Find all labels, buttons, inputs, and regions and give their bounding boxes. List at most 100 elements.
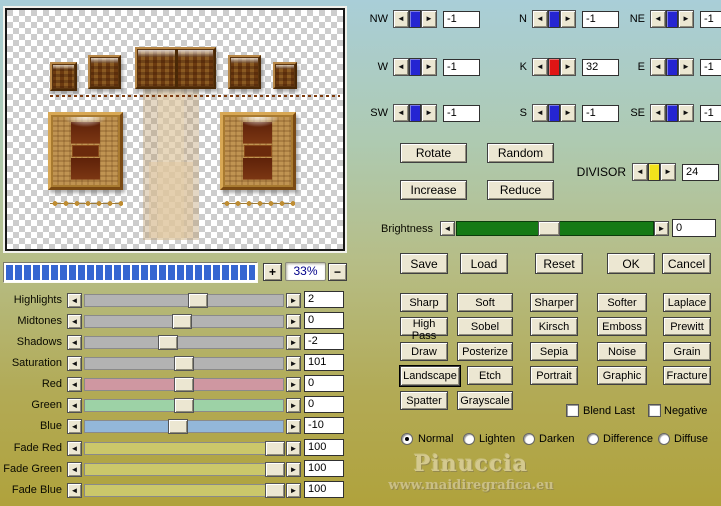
spinner-thumb[interactable]	[409, 58, 421, 76]
filter-button-prewitt[interactable]: Prewitt	[663, 317, 711, 336]
matrix-value[interactable]: -1	[443, 10, 480, 28]
slider-right-arrow-icon[interactable]: ►	[286, 398, 301, 413]
spinner-left-arrow-icon[interactable]: ◄	[532, 58, 548, 76]
slider-track[interactable]	[84, 419, 284, 434]
filter-button-kirsch[interactable]: Kirsch	[530, 317, 578, 336]
ok-button[interactable]: OK	[607, 253, 655, 274]
spinner-left-arrow-icon[interactable]: ◄	[650, 104, 666, 122]
matrix-value[interactable]: -1	[700, 10, 721, 28]
filter-button-fracture[interactable]: Fracture	[663, 366, 711, 385]
spinner-right-arrow-icon[interactable]: ►	[678, 10, 694, 28]
load-button[interactable]: Load	[460, 253, 508, 274]
slider-left-arrow-icon[interactable]: ◄	[67, 335, 82, 350]
diffuse-radio[interactable]	[658, 433, 670, 445]
slider-value[interactable]: 100	[304, 481, 344, 498]
slider-right-arrow-icon[interactable]: ►	[286, 462, 301, 477]
spinner-thumb[interactable]	[666, 104, 678, 122]
slider-track[interactable]	[84, 462, 286, 477]
slider-value[interactable]: 100	[304, 460, 344, 477]
spinner-left-arrow-icon[interactable]: ◄	[650, 58, 666, 76]
slider-left-arrow-icon[interactable]: ◄	[67, 483, 82, 498]
filter-button-portrait[interactable]: Portrait	[530, 366, 578, 385]
spinner-thumb[interactable]	[666, 58, 678, 76]
slider-left-arrow-icon[interactable]: ◄	[67, 314, 82, 329]
brightness-value[interactable]: 0	[672, 219, 716, 237]
slider-right-arrow-icon[interactable]: ►	[286, 356, 301, 371]
reset-button[interactable]: Reset	[535, 253, 583, 274]
matrix-value[interactable]: -1	[582, 104, 619, 122]
blend-last-checkbox[interactable]	[566, 404, 579, 417]
slider-thumb[interactable]	[172, 314, 193, 329]
normal-radio[interactable]	[401, 433, 413, 445]
spinner-left-arrow-icon[interactable]: ◄	[532, 10, 548, 28]
slider-thumb[interactable]	[265, 483, 286, 498]
spinner-right-arrow-icon[interactable]: ►	[678, 104, 694, 122]
slider-track[interactable]	[84, 441, 286, 456]
spinner-right-arrow-icon[interactable]: ►	[421, 104, 437, 122]
save-button[interactable]: Save	[400, 253, 448, 274]
random-button[interactable]: Random	[487, 143, 554, 163]
slider-right-arrow-icon[interactable]: ►	[286, 419, 301, 434]
slider-thumb[interactable]	[265, 441, 286, 456]
darken-radio[interactable]	[523, 433, 535, 445]
slider-thumb[interactable]	[187, 293, 208, 308]
matrix-value[interactable]: -1	[582, 10, 619, 28]
slider-right-arrow-icon[interactable]: ►	[286, 293, 301, 308]
filter-button-grain[interactable]: Grain	[663, 342, 711, 361]
spinner-left-arrow-icon[interactable]: ◄	[632, 163, 648, 181]
rotate-button[interactable]: Rotate	[400, 143, 467, 163]
slider-value[interactable]: 2	[304, 291, 344, 308]
spinner-thumb[interactable]	[648, 163, 660, 181]
slider-track[interactable]	[84, 398, 284, 413]
cancel-button[interactable]: Cancel	[662, 253, 711, 274]
brightness-track[interactable]	[456, 221, 654, 236]
slider-thumb[interactable]	[174, 356, 194, 371]
slider-right-arrow-icon[interactable]: ►	[286, 377, 301, 392]
matrix-value[interactable]: -1	[700, 58, 721, 76]
filter-button-sobel[interactable]: Sobel	[457, 317, 513, 336]
slider-thumb[interactable]	[265, 462, 286, 477]
divisor-value[interactable]: 24	[682, 163, 719, 181]
slider-left-arrow-icon[interactable]: ◄	[67, 462, 82, 477]
brightness-left-arrow-icon[interactable]: ◄	[440, 221, 455, 236]
slider-value[interactable]: 0	[304, 375, 344, 392]
increase-button[interactable]: Increase	[400, 180, 467, 200]
brightness-right-arrow-icon[interactable]: ►	[654, 221, 669, 236]
slider-value[interactable]: -2	[304, 333, 344, 350]
spinner-thumb[interactable]	[548, 104, 560, 122]
slider-left-arrow-icon[interactable]: ◄	[67, 377, 82, 392]
brightness-thumb[interactable]	[538, 221, 561, 236]
difference-radio[interactable]	[587, 433, 599, 445]
spinner-right-arrow-icon[interactable]: ►	[678, 58, 694, 76]
filter-button-softer[interactable]: Softer	[597, 293, 647, 312]
spinner-thumb[interactable]	[666, 10, 678, 28]
spinner-right-arrow-icon[interactable]: ►	[660, 163, 676, 181]
spinner-left-arrow-icon[interactable]: ◄	[650, 10, 666, 28]
filter-button-posterize[interactable]: Posterize	[457, 342, 513, 361]
lighten-radio[interactable]	[463, 433, 475, 445]
spinner-left-arrow-icon[interactable]: ◄	[393, 10, 409, 28]
slider-track[interactable]	[84, 377, 284, 392]
zoom-out-button[interactable]: −	[328, 263, 347, 281]
filter-button-graphic[interactable]: Graphic	[597, 366, 647, 385]
matrix-value[interactable]: -1	[443, 104, 480, 122]
slider-left-arrow-icon[interactable]: ◄	[67, 398, 82, 413]
slider-track[interactable]	[84, 335, 284, 350]
slider-left-arrow-icon[interactable]: ◄	[67, 293, 82, 308]
slider-left-arrow-icon[interactable]: ◄	[67, 356, 82, 371]
slider-right-arrow-icon[interactable]: ►	[286, 335, 301, 350]
spinner-left-arrow-icon[interactable]: ◄	[532, 104, 548, 122]
slider-right-arrow-icon[interactable]: ►	[286, 483, 301, 498]
filter-button-sharp[interactable]: Sharp	[400, 293, 448, 312]
slider-left-arrow-icon[interactable]: ◄	[67, 441, 82, 456]
reduce-button[interactable]: Reduce	[487, 180, 554, 200]
matrix-value[interactable]: -1	[700, 104, 721, 122]
spinner-right-arrow-icon[interactable]: ►	[560, 104, 576, 122]
filter-button-emboss[interactable]: Emboss	[597, 317, 647, 336]
slider-left-arrow-icon[interactable]: ◄	[67, 419, 82, 434]
filter-button-spatter[interactable]: Spatter	[400, 391, 448, 410]
slider-value[interactable]: 0	[304, 312, 344, 329]
spinner-right-arrow-icon[interactable]: ►	[560, 10, 576, 28]
spinner-right-arrow-icon[interactable]: ►	[560, 58, 576, 76]
slider-value[interactable]: 101	[304, 354, 344, 371]
